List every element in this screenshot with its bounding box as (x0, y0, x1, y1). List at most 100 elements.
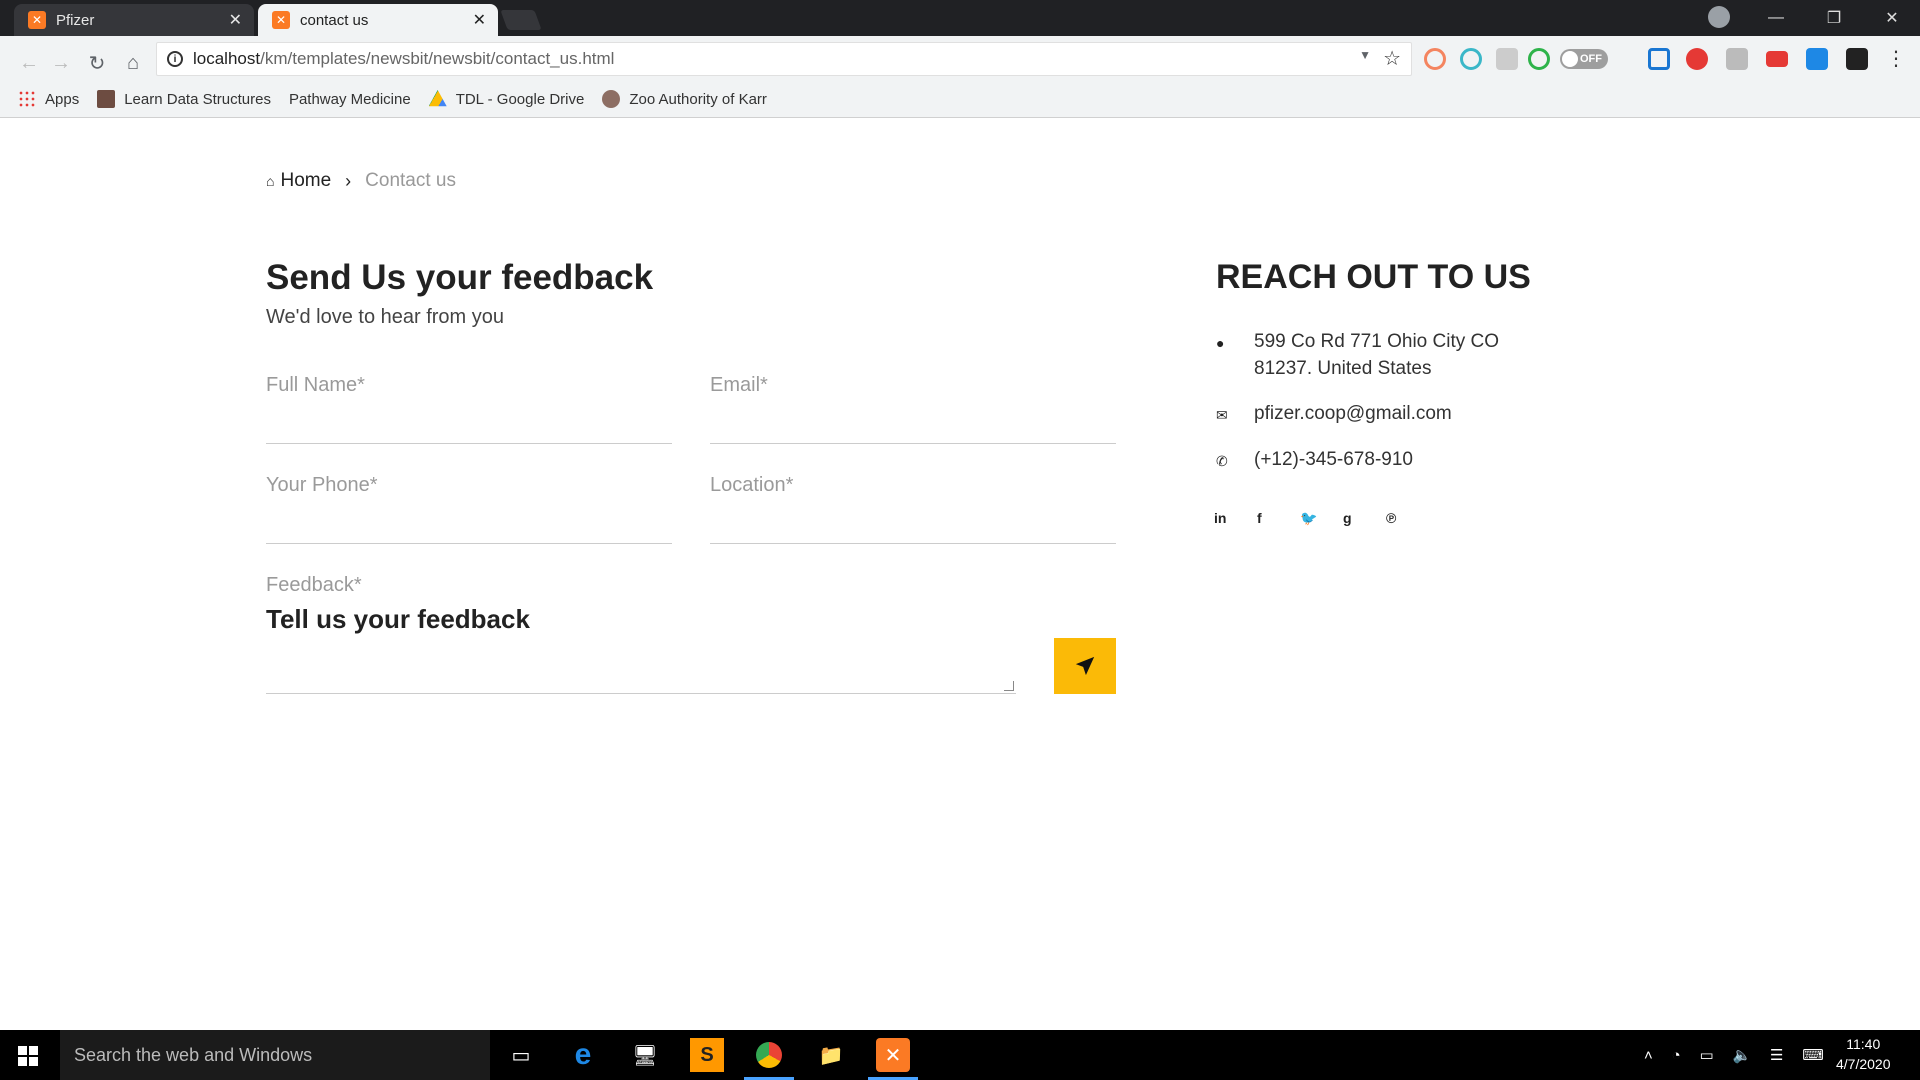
phone-input[interactable] (266, 508, 672, 529)
bookmark-label: Learn Data Structures (124, 90, 271, 108)
email-label: Email* (710, 374, 768, 396)
extension-icon[interactable] (1424, 48, 1446, 70)
dropdown-arrow-icon[interactable]: ▼ (1359, 48, 1371, 62)
breadcrumb: ⌂ Home › Contact us (266, 170, 456, 192)
breadcrumb-current: Contact us (365, 170, 456, 191)
taskbar-search-box[interactable]: Search the web and Windows (60, 1030, 490, 1080)
address-line-1: 599 Co Rd 771 Ohio City CO (1254, 331, 1500, 352)
phone-field[interactable]: Your Phone* (266, 474, 672, 544)
facebook-icon[interactable]: f (1257, 510, 1300, 527)
forward-arrow-icon[interactable]: → (46, 48, 76, 78)
full-name-label: Full Name* (266, 374, 365, 396)
windows-taskbar: Search the web and Windows ▭ e 🖥 S 📁 ✕ ˄… (0, 1030, 1920, 1080)
chevron-right-icon: › (345, 170, 352, 191)
taskbar-clock[interactable]: 11:40 4/7/2020 (1836, 1034, 1891, 1074)
headphones-icon[interactable] (1460, 48, 1482, 70)
chrome-icon[interactable] (744, 1038, 794, 1080)
sublime-text-icon[interactable]: S (690, 1038, 724, 1072)
map-pin-icon: ● (1216, 335, 1225, 351)
envelope-icon: ✉ (1216, 407, 1228, 423)
save-icon[interactable] (1806, 48, 1828, 70)
edge-icon[interactable]: e (566, 1038, 600, 1072)
xampp-icon: ✕ (272, 11, 290, 29)
feedback-textarea[interactable]: Feedback* Tell us your feedback (266, 574, 1016, 694)
bookmark-label: Pathway Medicine (288, 90, 411, 108)
full-name-field[interactable]: Full Name* (266, 374, 672, 444)
bookmark-pathway-medicine[interactable]: Pathway Medicine (289, 91, 411, 108)
browser-tab-bar: ✕ Pfizer ✕ ✕ contact us ✕ — ❐ ✕ (0, 0, 1920, 36)
feedback-form-subtitle: We'd love to hear from you (266, 306, 505, 328)
profile-icon[interactable] (1708, 6, 1730, 28)
close-tab-icon[interactable]: ✕ (473, 10, 486, 30)
notifications-icon[interactable]: ☰ (1770, 1046, 1783, 1064)
bookmark-zoo-authority[interactable]: Zoo Authority of Karr (602, 90, 767, 108)
tab-label: Pfizer (56, 11, 95, 29)
twitter-icon[interactable]: 🐦 (1300, 510, 1343, 527)
download-icon[interactable] (1496, 48, 1518, 70)
home-icon[interactable]: ⌂ (118, 48, 148, 78)
send-button[interactable] (1054, 638, 1116, 694)
chevron-up-icon[interactable]: ˄ (1644, 1047, 1653, 1064)
url-host: localhost (193, 49, 261, 68)
address-bar[interactable]: i localhost/km/templates/newsbit/newsbit… (156, 42, 1412, 76)
new-tab-button[interactable] (500, 10, 542, 30)
grid-extension-icon[interactable] (1726, 48, 1748, 70)
network-app-icon[interactable]: 🖥 (628, 1038, 662, 1072)
pinterest-icon[interactable]: ℗ (1386, 510, 1429, 527)
square-icon[interactable] (1648, 48, 1670, 70)
back-arrow-icon[interactable]: ← (14, 48, 44, 78)
bookmark-learn-data-structures[interactable]: Learn Data Structures (97, 90, 271, 108)
reload-icon[interactable]: ↻ (82, 48, 112, 78)
extension-toggle[interactable]: OFF (1560, 49, 1608, 69)
info-icon[interactable]: i (167, 51, 183, 67)
clock-date: 4/7/2020 (1836, 1056, 1891, 1072)
camera-icon[interactable] (1846, 48, 1868, 70)
feedback-form-title: Send Us your feedback (266, 258, 654, 297)
battery-icon[interactable]: ▭ (1699, 1046, 1713, 1064)
tab-label: contact us (300, 11, 369, 29)
power-icon[interactable] (1528, 48, 1550, 70)
maximize-button[interactable]: ❐ (1806, 0, 1862, 36)
send-icon (1075, 656, 1095, 676)
contact-email-link[interactable]: pfizer.coop@gmail.com (1254, 400, 1452, 429)
bookmark-tdl-google-drive[interactable]: TDL - Google Drive (428, 90, 585, 108)
location-input[interactable] (710, 508, 1116, 529)
bookmark-apps[interactable]: Apps (18, 90, 79, 108)
tab-pfizer[interactable]: ✕ Pfizer ✕ (14, 4, 254, 36)
phone-label: Your Phone* (266, 474, 378, 496)
close-window-button[interactable]: ✕ (1864, 0, 1920, 36)
task-view-icon[interactable]: ▭ (504, 1038, 538, 1072)
close-tab-icon[interactable]: ✕ (229, 10, 242, 30)
minimize-button[interactable]: — (1748, 0, 1804, 36)
keyboard-icon[interactable]: ⌨ (1802, 1046, 1824, 1064)
file-explorer-icon[interactable]: 📁 (814, 1038, 848, 1072)
menu-icon[interactable]: ⋮ (1886, 46, 1906, 71)
location-label: Location* (710, 474, 794, 496)
youtube-icon[interactable] (1766, 51, 1788, 67)
xampp-taskbar-icon[interactable]: ✕ (868, 1038, 918, 1080)
wifi-icon[interactable]: ◔ (1672, 1047, 1681, 1064)
phone-icon: ✆ (1216, 453, 1228, 469)
system-tray: ˄ ◔ ▭ 🔈 ☰ ⌨ (1644, 1030, 1824, 1080)
breadcrumb-home-link[interactable]: Home (280, 170, 331, 192)
bookmark-label: TDL - Google Drive (455, 90, 585, 108)
clock-time: 11:40 (1846, 1036, 1881, 1052)
windows-start-icon[interactable] (18, 1046, 38, 1066)
google-plus-icon[interactable]: g (1343, 510, 1386, 527)
tab-contact-us[interactable]: ✕ contact us ✕ (258, 4, 498, 36)
opera-icon[interactable] (1686, 48, 1708, 70)
full-name-input[interactable] (266, 408, 672, 429)
social-links: in f 🐦 g ℗ (1214, 510, 1429, 527)
resize-handle-icon[interactable] (1004, 681, 1014, 691)
email-field[interactable]: Email* (710, 374, 1116, 444)
volume-icon[interactable]: 🔈 (1733, 1046, 1752, 1064)
xampp-icon: ✕ (28, 11, 46, 29)
bookmark-star-icon[interactable]: ☆ (1383, 46, 1401, 71)
contact-phone-number: (+12)-345-678-910 (1254, 449, 1413, 470)
feedback-text: Tell us your feedback (266, 604, 530, 634)
reach-out-title: REACH OUT TO US (1216, 258, 1531, 296)
email-input[interactable] (710, 408, 1116, 429)
contact-address: ● 599 Co Rd 771 Ohio City CO 81237. Unit… (1216, 328, 1499, 382)
linkedin-icon[interactable]: in (1214, 510, 1257, 527)
location-field[interactable]: Location* (710, 474, 1116, 544)
